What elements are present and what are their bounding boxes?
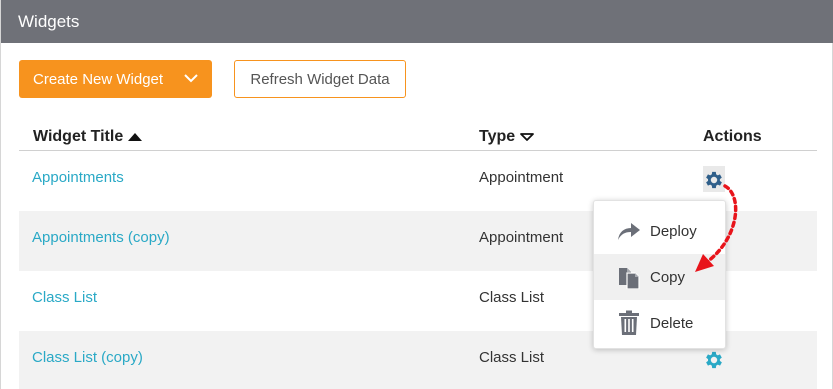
menu-item-copy[interactable]: Copy [594,254,725,300]
column-header-label: Type [479,128,516,145]
actions-dropdown-menu: Deploy Copy Delete [593,200,726,349]
chevron-down-icon [184,74,198,83]
copy-icon [616,264,642,290]
column-header-type[interactable]: Type [479,128,535,146]
sort-ascending-icon [128,133,143,141]
column-header-label: Widget Title [33,128,124,145]
widget-title-link[interactable]: Appointments [32,169,124,186]
menu-item-delete[interactable]: Delete [594,300,725,346]
panel-title: Widgets [1,0,833,43]
create-new-widget-button[interactable]: Create New Widget [19,60,212,98]
column-header-label: Actions [703,128,762,145]
sort-descending-icon [520,133,535,141]
menu-item-deploy[interactable]: Deploy [594,208,725,254]
create-new-widget-label: Create New Widget [33,70,164,88]
deploy-arrow-icon [616,218,642,244]
menu-item-label: Copy [650,268,686,286]
widget-type: Class List [479,349,545,366]
widget-title-link[interactable]: Appointments (copy) [32,229,170,246]
gear-icon[interactable] [703,349,725,371]
column-header-actions: Actions [703,128,762,146]
refresh-widget-data-button[interactable]: Refresh Widget Data [234,60,406,98]
widget-title-link[interactable]: Class List [32,289,97,306]
widget-type: Class List [479,289,545,306]
column-header-widget-title[interactable]: Widget Title [33,128,143,146]
menu-item-label: Delete [650,314,694,332]
refresh-widget-data-label: Refresh Widget Data [250,70,390,88]
gear-icon[interactable] [703,169,725,191]
widgets-panel: Widgets Create New Widget Refresh Widget… [0,0,833,389]
menu-item-label: Deploy [650,222,697,240]
widget-title-link[interactable]: Class List (copy) [32,349,143,366]
widget-type: Appointment [479,229,564,246]
trash-icon [616,310,642,336]
widget-type: Appointment [479,169,564,186]
